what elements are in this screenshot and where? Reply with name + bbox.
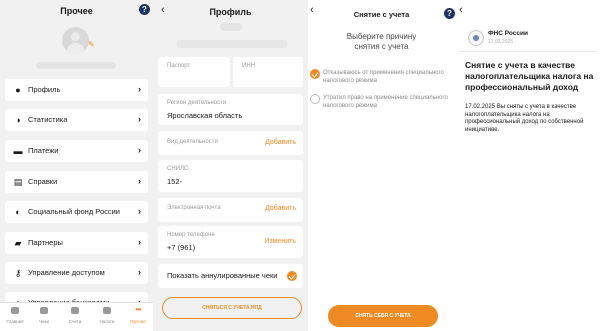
tab-receipts[interactable]: Чеки (29, 307, 59, 324)
avatar-placeholder (220, 23, 242, 31)
inn-field[interactable]: ИНН (233, 57, 303, 87)
menu-item-label: Управление доступом (28, 268, 105, 277)
briefcase-icon: ▰ (14, 238, 22, 248)
phone-field[interactable]: Номер телефона +7 (961) Изменить (158, 226, 303, 258)
wallet-icon: ▬ (13, 146, 23, 156)
menu-item-label: Социальный фонд России (28, 207, 120, 216)
user-icon: ● (15, 85, 21, 95)
field-value: 152- (167, 177, 183, 186)
bottom-tab-bar: Главная Чеки Счета Налоги ••• Прочее (0, 302, 153, 331)
field-label: Показать аннулированные чеки (167, 271, 278, 280)
deregister-screen: ‹ Снятие с учета Выберите причину снятия… (308, 0, 455, 331)
message-screen: ? ‹ ФНС России 17.02.2025 Снятие с учета… (444, 0, 602, 331)
receipt-icon (40, 307, 48, 314)
submit-deregister-button[interactable]: СНЯТЬ СЕБЯ С УЧЕТА (328, 305, 438, 327)
reason-label-lost-right[interactable]: Утратил право на применение специального… (323, 94, 448, 110)
tab-label: Прочее (130, 319, 146, 324)
key-icon: ⚷ (14, 268, 22, 278)
page-title: Прочее (60, 6, 93, 16)
avatar[interactable] (62, 27, 89, 54)
more-dots-icon: ••• (135, 305, 141, 314)
field-label: Регион деятельности (167, 100, 227, 106)
tax-icon (103, 307, 111, 314)
field-label: Электронная почта (167, 205, 221, 211)
message-body: 17.02.2025 Вы сняты с учета в качестве н… (465, 104, 584, 133)
chevron-right-icon: › (138, 84, 141, 94)
message-date: 17.02.2025 (488, 39, 514, 45)
chevron-right-icon: › (138, 176, 141, 186)
snils-field[interactable]: СНИЛС 152- (158, 160, 303, 192)
field-label: Номер телефона (167, 232, 215, 238)
activity-field[interactable]: Вид деятельности Добавить (158, 131, 303, 155)
menu-item-social-fund[interactable]: ◐ Социальный фонд России › (5, 201, 148, 223)
chevron-right-icon: › (138, 237, 141, 247)
menu-item-certificates[interactable]: ▤ Справки › (5, 171, 148, 193)
shield-icon: ◐ (15, 207, 21, 217)
help-icon[interactable]: ? (139, 4, 150, 15)
tab-home[interactable]: Главная (0, 307, 30, 324)
tab-other[interactable]: ••• Прочее (123, 305, 153, 325)
menu-item-partners[interactable]: ▰ Партнеры › (5, 232, 148, 254)
menu-item-profile[interactable]: ● Профиль › (5, 79, 148, 101)
menu-item-payments[interactable]: ▬ Платежи › (5, 140, 148, 162)
message-title: Снятие с учета в качестве налогоплательщ… (465, 60, 594, 92)
invoice-icon (71, 307, 79, 314)
change-phone-link[interactable]: Изменить (264, 238, 296, 245)
reason-label-refuse[interactable]: Отказываюсь от применения специального н… (323, 69, 448, 85)
field-label: СНИЛС (167, 166, 189, 172)
chevron-right-icon: › (138, 114, 141, 124)
field-value: +7 (961) (167, 243, 196, 252)
add-activity-link[interactable]: Добавить (265, 139, 296, 146)
sender-name: ФНС России (488, 30, 529, 37)
menu-item-access[interactable]: ⚷ Управление доступом › (5, 262, 148, 284)
menu-item-label: Платежи (28, 146, 59, 155)
show-annulled-row[interactable]: Показать аннулированные чеки (158, 264, 303, 288)
help-icon[interactable]: ? (444, 8, 455, 19)
menu-item-label: Профиль (28, 85, 61, 94)
divider (459, 51, 598, 52)
tab-label: Налоги (99, 319, 115, 324)
tab-label: Главная (6, 319, 24, 324)
tab-label: Чеки (39, 319, 49, 324)
home-icon (11, 307, 19, 314)
chevron-right-icon: › (138, 206, 141, 216)
reason-prompt: Выберите причину снятия с учета (308, 32, 455, 52)
annulled-toggle[interactable] (287, 271, 297, 281)
field-label: Вид деятельности (167, 139, 218, 145)
profile-screen: ‹ Профиль Паспорт ИНН Регион деятельност… (153, 0, 308, 331)
reason-radio-refuse[interactable] (310, 69, 320, 79)
field-label: Паспорт (167, 63, 191, 69)
back-arrow-icon[interactable]: ‹ (459, 4, 463, 16)
menu-item-label: Статистика (28, 115, 68, 124)
user-name-placeholder (177, 40, 287, 48)
other-screen: Прочее ? ✎ ● Профиль › ◑ Статистика › ▬ … (0, 0, 153, 331)
tab-label: Счета (68, 319, 82, 324)
field-value: Ярославская область (167, 111, 243, 120)
add-email-link[interactable]: Добавить (265, 205, 296, 212)
prompt-line: снятия с учета (354, 42, 409, 51)
tab-invoices[interactable]: Счета (60, 307, 90, 324)
deregister-button[interactable]: СНЯТЬСЯ С УЧЕТА НПД (162, 297, 302, 319)
fns-logo-icon (468, 30, 484, 46)
reason-radio-lost-right[interactable] (310, 94, 320, 104)
prompt-line: Выберите причину (346, 32, 417, 41)
menu-item-label: Справки (28, 177, 58, 186)
page-title: Снятие с учета (353, 10, 410, 19)
field-label: ИНН (242, 63, 255, 69)
tab-taxes[interactable]: Налоги (92, 307, 122, 324)
page-title: Профиль (209, 7, 252, 17)
passport-field[interactable]: Паспорт (158, 57, 230, 87)
chevron-right-icon: › (138, 145, 141, 155)
user-name-placeholder (36, 62, 116, 69)
chevron-right-icon: › (138, 267, 141, 277)
document-icon: ▤ (13, 177, 23, 187)
edit-pencil-icon[interactable]: ✎ (88, 40, 95, 49)
menu-item-statistics[interactable]: ◑ Статистика › (5, 109, 148, 131)
pie-chart-icon: ◑ (15, 115, 21, 125)
menu-item-label: Партнеры (28, 238, 63, 247)
email-field[interactable]: Электронная почта Добавить (158, 198, 303, 222)
region-field[interactable]: Регион деятельности Ярославская область (158, 94, 303, 125)
